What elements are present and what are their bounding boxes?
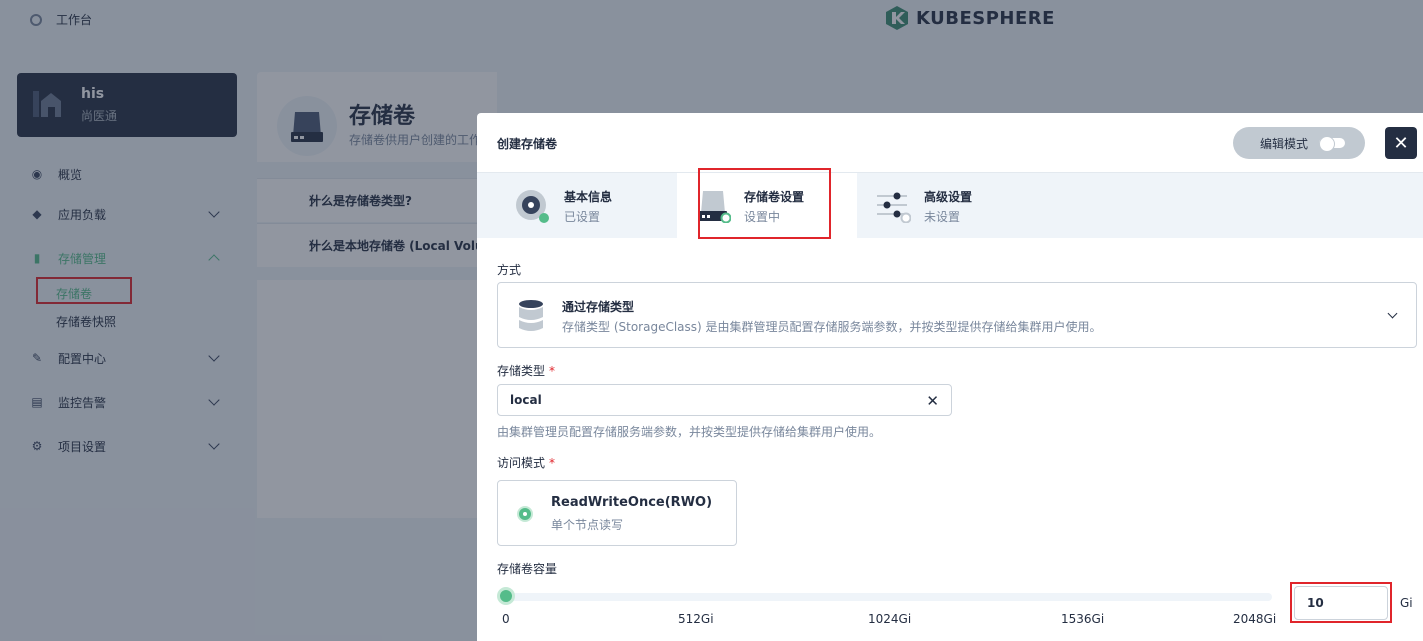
slider-tick-label: 1536Gi bbox=[1061, 612, 1105, 626]
clear-icon[interactable]: ✕ bbox=[926, 392, 939, 410]
capacity-label: 存储卷容量 bbox=[497, 562, 558, 576]
create-volume-modal: 创建存储卷 编辑模式 ✕ 基本信息 已设置 存储卷设置 设置中 高级设置 未设置… bbox=[477, 113, 1423, 641]
capacity-unit: Gi bbox=[1400, 596, 1413, 610]
step-title: 高级设置 bbox=[924, 190, 973, 204]
close-button[interactable]: ✕ bbox=[1385, 127, 1417, 159]
access-mode-label-text: 访问模式 bbox=[497, 456, 546, 470]
radio-selected-icon bbox=[519, 508, 531, 520]
access-mode-label: 访问模式 * bbox=[497, 454, 555, 471]
storage-class-select[interactable]: local ✕ bbox=[497, 384, 952, 416]
wizard-steps: 基本信息 已设置 存储卷设置 设置中 高级设置 未设置 bbox=[477, 173, 1423, 238]
required-mark: * bbox=[549, 364, 556, 378]
modal-header: 创建存储卷 编辑模式 ✕ bbox=[477, 113, 1423, 173]
toggle-switch-icon bbox=[1319, 136, 1345, 152]
step-status: 已设置 bbox=[564, 210, 601, 224]
storage-class-hint: 由集群管理员配置存储服务端参数，并按类型提供存储给集群用户使用。 bbox=[497, 425, 882, 439]
advanced-settings-icon bbox=[877, 192, 911, 223]
slider-tick-label: 512Gi bbox=[678, 612, 714, 626]
slider-tick-label: 1024Gi bbox=[868, 612, 912, 626]
step-basic-info[interactable]: 基本信息 已设置 bbox=[477, 173, 657, 238]
step-status: 未设置 bbox=[924, 210, 961, 224]
chevron-down-icon bbox=[1387, 308, 1398, 319]
capacity-slider-track[interactable] bbox=[506, 593, 1272, 601]
method-desc: 存储类型 (StorageClass) 是由集群管理员配置存储服务端参数，并按类… bbox=[562, 320, 1102, 334]
capacity-slider-handle[interactable] bbox=[497, 587, 515, 605]
method-label: 方式 bbox=[497, 263, 522, 277]
method-select[interactable]: 通过存储类型 存储类型 (StorageClass) 是由集群管理员配置存储服务… bbox=[497, 282, 1417, 348]
modal-title: 创建存储卷 bbox=[497, 137, 558, 151]
access-mode-name: ReadWriteOnce(RWO) bbox=[551, 495, 713, 510]
access-mode-desc: 单个节点读写 bbox=[551, 518, 624, 532]
highlight-box-capacity bbox=[1290, 582, 1392, 623]
storage-class-label: 存储类型 * bbox=[497, 362, 555, 379]
edit-mode-label: 编辑模式 bbox=[1260, 136, 1309, 151]
highlight-box-step bbox=[698, 168, 831, 239]
storage-class-value: local bbox=[510, 393, 542, 407]
step-title: 基本信息 bbox=[564, 190, 613, 204]
access-mode-option-rwo[interactable]: ReadWriteOnce(RWO) 单个节点读写 bbox=[497, 480, 737, 546]
step-advanced-settings[interactable]: 高级设置 未设置 bbox=[857, 173, 1037, 238]
basic-info-icon bbox=[516, 190, 549, 223]
edit-mode-toggle[interactable]: 编辑模式 bbox=[1233, 127, 1365, 159]
close-icon: ✕ bbox=[1393, 132, 1409, 154]
storage-class-label-text: 存储类型 bbox=[497, 364, 546, 378]
slider-tick-label: 0 bbox=[502, 612, 510, 626]
method-name: 通过存储类型 bbox=[562, 300, 635, 314]
slider-tick-label: 2048Gi bbox=[1233, 612, 1277, 626]
database-icon bbox=[519, 300, 543, 331]
required-mark: * bbox=[549, 456, 556, 470]
